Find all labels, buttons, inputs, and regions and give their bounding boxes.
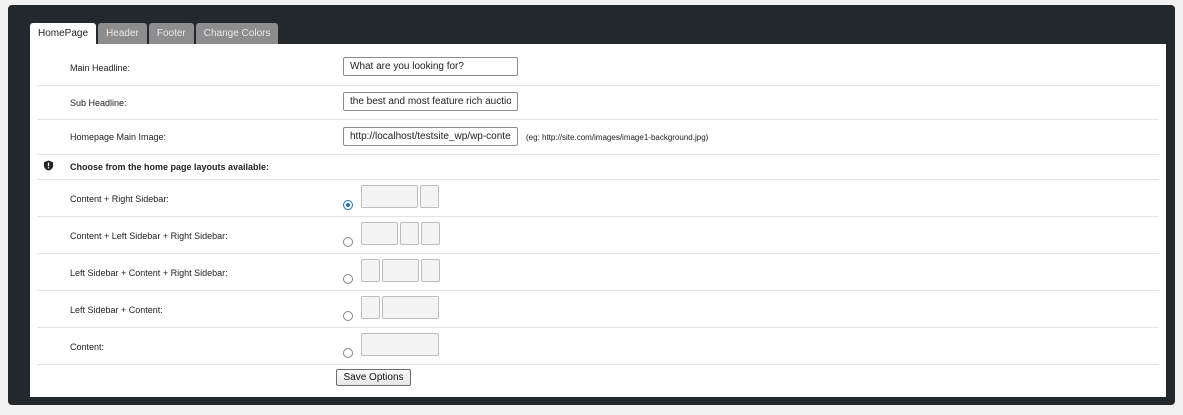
save-options-button[interactable]: Save Options [336, 369, 411, 386]
main-image-input[interactable] [343, 127, 518, 146]
tab-homepage[interactable]: HomePage [30, 23, 97, 44]
layout-option-content-left-right: Content + Left Sidebar + Right Sidebar: [37, 217, 1159, 254]
admin-frame: HomePage Header Footer Change Colors Mai… [8, 5, 1175, 405]
layout-option-left-content-right: Left Sidebar + Content + Right Sidebar: [37, 254, 1159, 291]
tab-footer[interactable]: Footer [148, 23, 194, 44]
layout-option-label: Content + Left Sidebar + Right Sidebar: [70, 231, 228, 241]
main-image-label: Homepage Main Image: [70, 132, 167, 142]
sub-headline-input[interactable] [343, 92, 518, 111]
main-image-row: Homepage Main Image: (eg: http://site.co… [37, 120, 1159, 155]
main-headline-label: Main Headline: [70, 63, 131, 73]
sub-headline-label: Sub Headline: [70, 98, 127, 108]
main-image-hint: (eg: http://site.com/images/image1-backg… [526, 133, 709, 142]
layout-radio-content[interactable] [343, 348, 353, 358]
layout-preview-left-content-right[interactable] [361, 259, 440, 282]
layout-option-label: Left Sidebar + Content: [70, 305, 163, 315]
layout-preview-content[interactable] [361, 333, 439, 356]
layout-option-label: Content: [70, 342, 105, 352]
layout-option-content: Content: [37, 328, 1159, 365]
layout-radio-content-right[interactable] [343, 200, 353, 210]
main-headline-row: Main Headline: [37, 49, 1159, 86]
sub-headline-row: Sub Headline: [37, 86, 1159, 120]
shield-icon [43, 160, 54, 171]
layout-radio-left-content[interactable] [343, 311, 353, 321]
layout-heading: Choose from the home page layouts availa… [70, 162, 270, 172]
layout-radio-content-left-right[interactable] [343, 237, 353, 247]
layout-preview-content-left-right[interactable] [361, 222, 440, 245]
tab-change-colors[interactable]: Change Colors [195, 23, 279, 44]
layout-option-left-content: Left Sidebar + Content: [37, 291, 1159, 328]
layout-option-content-right: Content + Right Sidebar: [37, 180, 1159, 217]
layout-preview-left-content[interactable] [361, 296, 439, 319]
homepage-options-panel: Main Headline: Sub Headline: Homepage Ma… [30, 44, 1166, 397]
layout-option-label: Content + Right Sidebar: [70, 194, 169, 204]
layout-radio-left-content-right[interactable] [343, 274, 353, 284]
main-headline-input[interactable] [343, 57, 518, 76]
layout-option-label: Left Sidebar + Content + Right Sidebar: [70, 268, 228, 278]
tab-header[interactable]: Header [98, 23, 147, 44]
tab-bar: HomePage Header Footer Change Colors [30, 23, 279, 44]
layout-preview-content-right[interactable] [361, 185, 439, 208]
layout-heading-row: Choose from the home page layouts availa… [37, 155, 1159, 180]
